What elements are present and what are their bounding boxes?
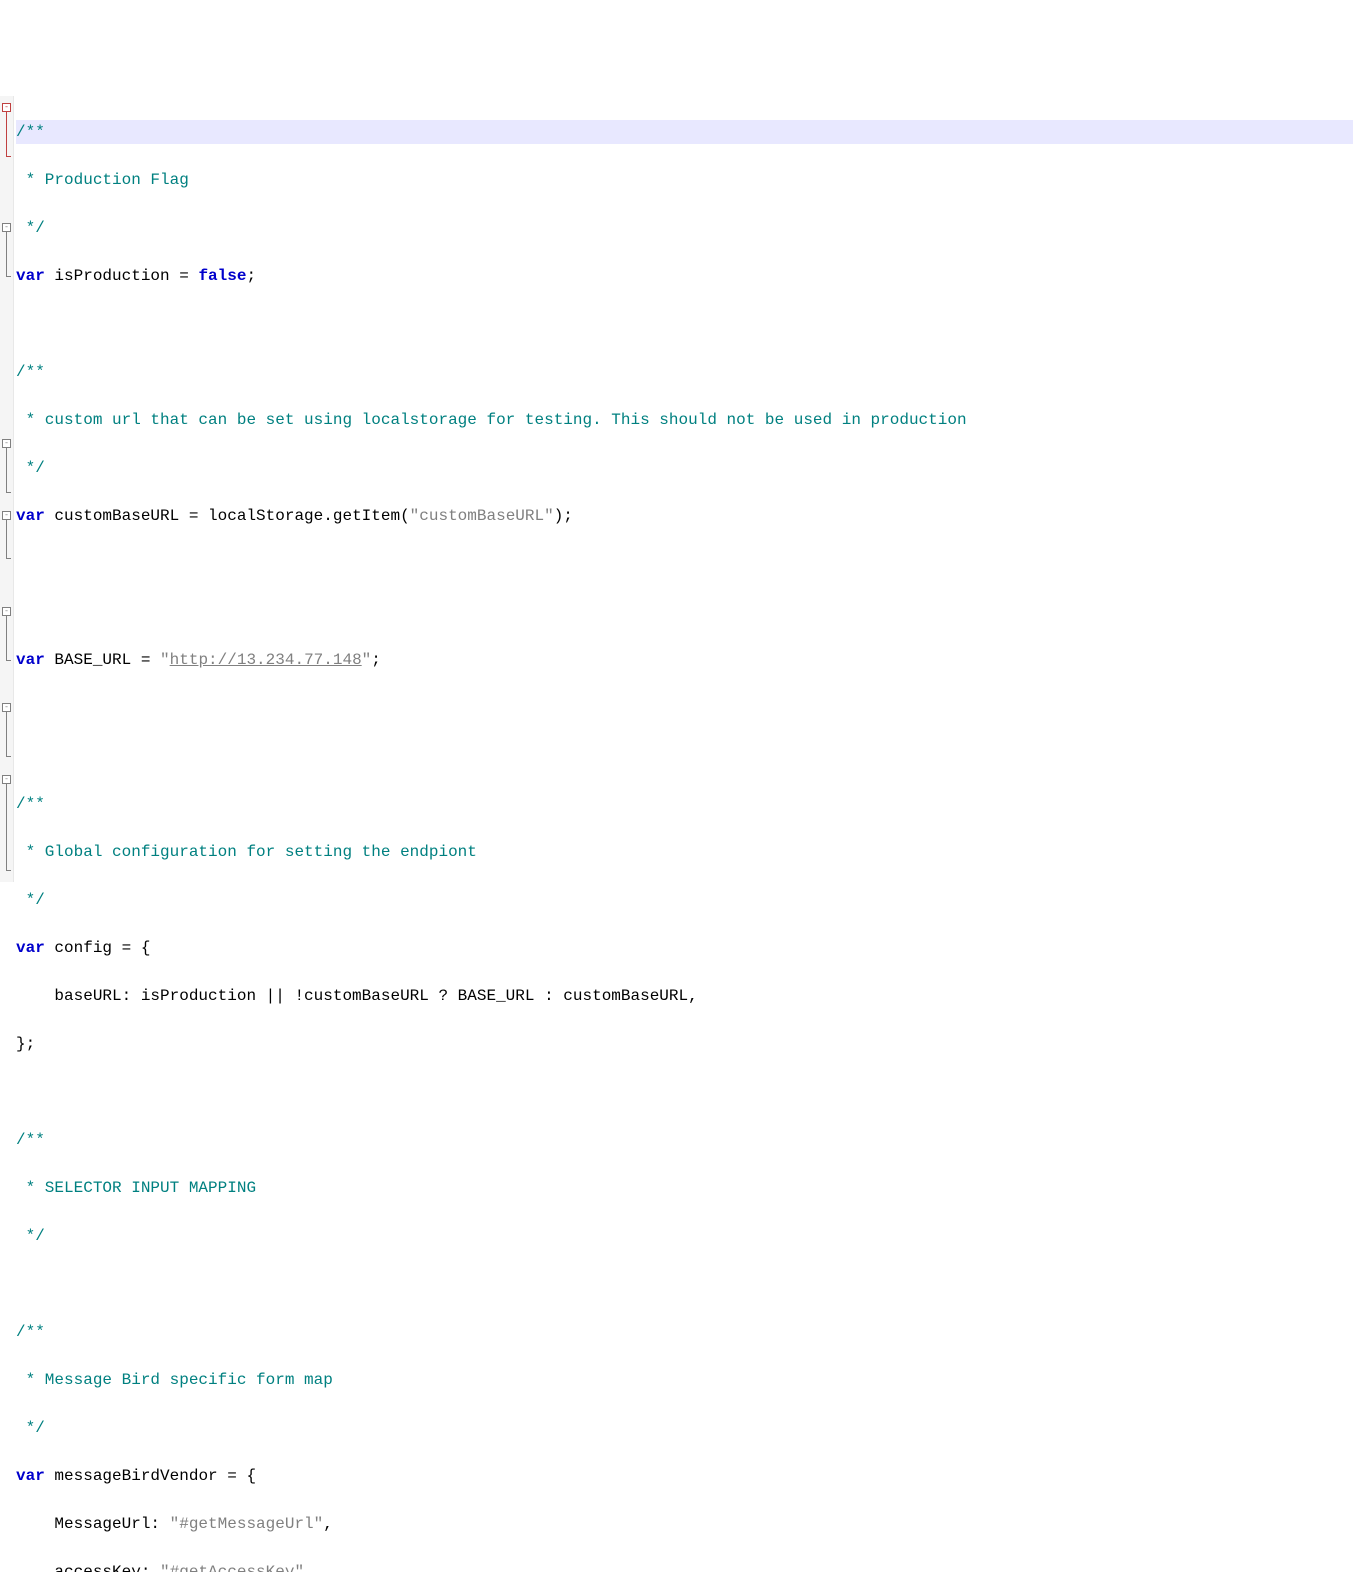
code-line: */ xyxy=(16,1224,1353,1248)
code-line: /** xyxy=(16,120,1353,144)
code-line xyxy=(16,1080,1353,1104)
code-line: var customBaseURL = localStorage.getItem… xyxy=(16,504,1353,528)
code-line: */ xyxy=(16,456,1353,480)
code-line: */ xyxy=(16,1416,1353,1440)
code-line: MessageUrl: "#getMessageUrl", xyxy=(16,1512,1353,1536)
code-line: }; xyxy=(16,1032,1353,1056)
code-line: var isProduction = false; xyxy=(16,264,1353,288)
code-line xyxy=(16,1272,1353,1296)
fold-guide-line xyxy=(6,712,7,756)
code-text: BASE_URL = xyxy=(45,651,160,669)
code-text: }; xyxy=(16,1035,35,1053)
code-line: var BASE_URL = "http://13.234.77.148"; xyxy=(16,648,1353,672)
code-area[interactable]: /** * Production Flag */ var isProductio… xyxy=(14,96,1353,882)
code-text: messageBirdVendor = { xyxy=(45,1467,256,1485)
code-text: MessageUrl: xyxy=(16,1515,170,1533)
code-line: var config = { xyxy=(16,936,1353,960)
fold-end-icon xyxy=(6,276,11,277)
fold-toggle-icon[interactable]: - xyxy=(2,439,11,448)
comment-text: /** xyxy=(16,1131,45,1149)
fold-toggle-icon[interactable]: - xyxy=(2,223,11,232)
code-line xyxy=(16,552,1353,576)
code-text: , xyxy=(304,1563,314,1572)
fold-guide-line xyxy=(6,784,7,870)
url-string: http://13.234.77.148 xyxy=(170,651,362,669)
code-text: ); xyxy=(554,507,573,525)
fold-end-icon xyxy=(6,756,11,757)
string-literal: " xyxy=(160,651,170,669)
keyword: var xyxy=(16,1467,45,1485)
comment-text: /** xyxy=(16,1323,45,1341)
comment-text: * SELECTOR INPUT MAPPING xyxy=(16,1179,256,1197)
comment-text: */ xyxy=(16,1419,45,1437)
code-line xyxy=(16,600,1353,624)
code-line: baseURL: isProduction || !customBaseURL … xyxy=(16,984,1353,1008)
string-literal: "customBaseURL" xyxy=(410,507,554,525)
string-literal: "#getMessageUrl" xyxy=(170,1515,324,1533)
code-line: * Production Flag xyxy=(16,168,1353,192)
fold-guide-line xyxy=(6,232,7,276)
code-text: accessKey: xyxy=(16,1563,160,1572)
code-line: * Global configuration for setting the e… xyxy=(16,840,1353,864)
string-literal: "#getAccessKey" xyxy=(160,1563,304,1572)
fold-end-icon xyxy=(6,156,11,157)
code-line xyxy=(16,744,1353,768)
code-text: ; xyxy=(246,267,256,285)
fold-guide-line xyxy=(6,520,7,558)
fold-gutter: - - - - - - - xyxy=(0,96,14,882)
string-literal: " xyxy=(362,651,372,669)
keyword: var xyxy=(16,939,45,957)
code-text: isProduction = xyxy=(45,267,199,285)
code-line: /** xyxy=(16,1320,1353,1344)
code-line: * custom url that can be set using local… xyxy=(16,408,1353,432)
comment-text: * Global configuration for setting the e… xyxy=(16,843,477,861)
code-text: ; xyxy=(371,651,381,669)
code-line: */ xyxy=(16,216,1353,240)
code-line xyxy=(16,312,1353,336)
fold-guide-line xyxy=(6,448,7,492)
code-text: customBaseURL = localStorage.getItem( xyxy=(45,507,410,525)
fold-toggle-icon[interactable]: - xyxy=(2,103,11,112)
code-line xyxy=(16,696,1353,720)
fold-end-icon xyxy=(6,492,11,493)
code-line: */ xyxy=(16,888,1353,912)
code-text: baseURL: isProduction || !customBaseURL … xyxy=(16,987,698,1005)
comment-text: * custom url that can be set using local… xyxy=(16,411,967,429)
fold-end-icon xyxy=(6,660,11,661)
comment-text: * Production Flag xyxy=(16,171,189,189)
code-line: * Message Bird specific form map xyxy=(16,1368,1353,1392)
fold-guide-line xyxy=(6,112,7,156)
fold-end-icon xyxy=(6,870,11,871)
code-text: , xyxy=(323,1515,333,1533)
code-line: var messageBirdVendor = { xyxy=(16,1464,1353,1488)
code-line: /** xyxy=(16,1128,1353,1152)
code-text: config = { xyxy=(45,939,151,957)
fold-toggle-icon[interactable]: - xyxy=(2,511,11,520)
comment-text: * Message Bird specific form map xyxy=(16,1371,333,1389)
comment-text: */ xyxy=(16,891,45,909)
comment-text: /** xyxy=(16,795,45,813)
boolean-literal: false xyxy=(198,267,246,285)
code-line: /** xyxy=(16,360,1353,384)
fold-toggle-icon[interactable]: - xyxy=(2,703,11,712)
code-line: * SELECTOR INPUT MAPPING xyxy=(16,1176,1353,1200)
fold-toggle-icon[interactable]: - xyxy=(2,775,11,784)
fold-guide-line xyxy=(6,616,7,660)
code-line: accessKey: "#getAccessKey", xyxy=(16,1560,1353,1572)
code-editor: - - - - - - - /** * Production Flag */ v… xyxy=(0,96,1353,882)
code-line: /** xyxy=(16,792,1353,816)
comment-text: */ xyxy=(16,1227,45,1245)
fold-end-icon xyxy=(6,558,11,559)
fold-toggle-icon[interactable]: - xyxy=(2,607,11,616)
